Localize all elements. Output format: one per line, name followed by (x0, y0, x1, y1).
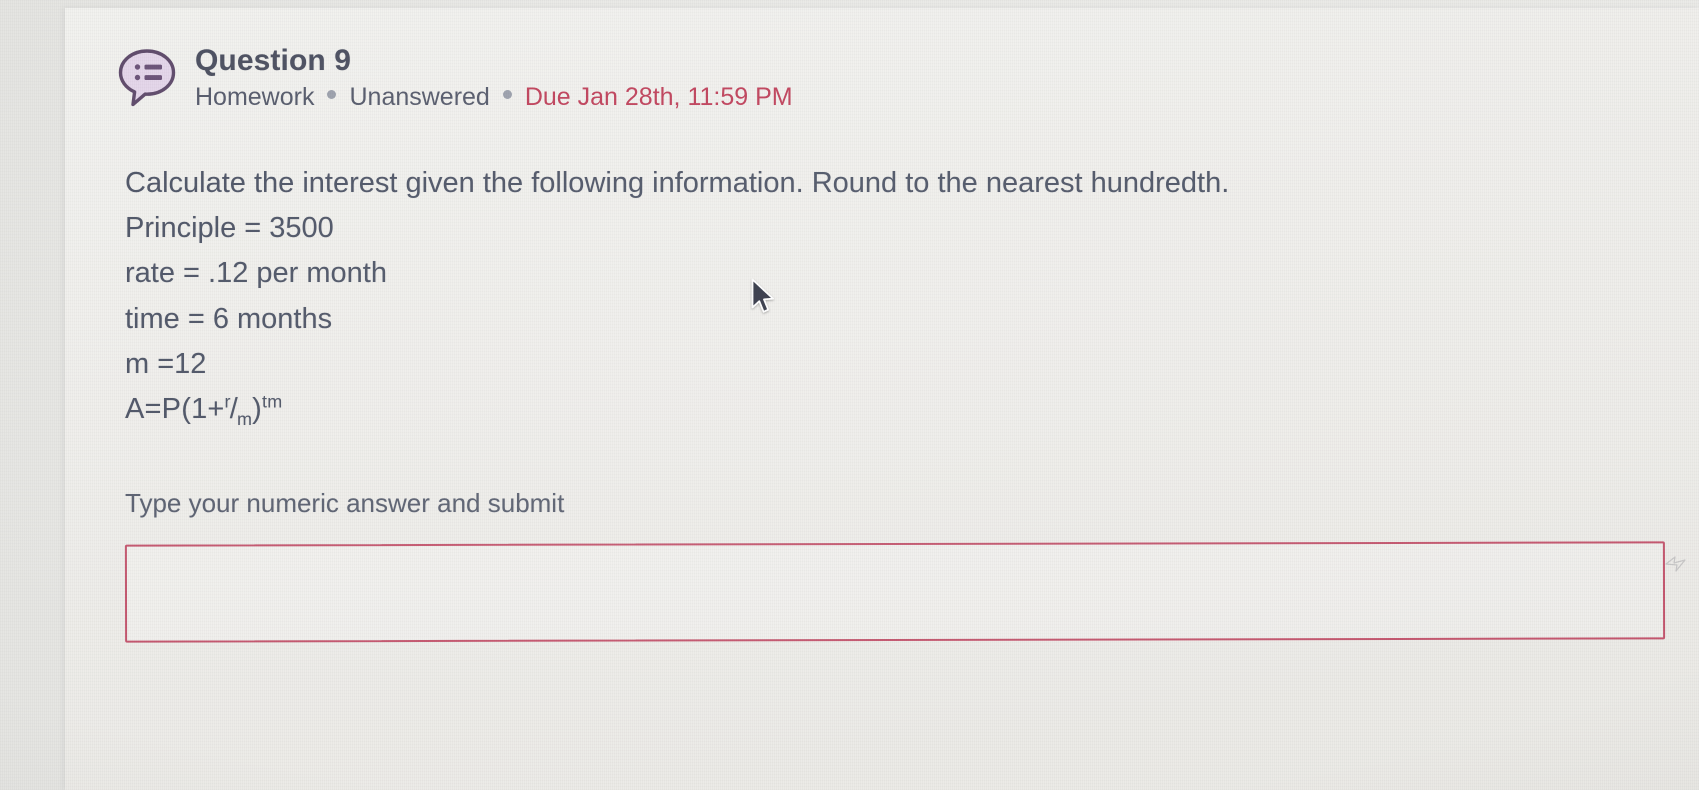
question-prompt: Calculate the interest given the followi… (125, 166, 1230, 199)
speech-bubble-list-icon (115, 46, 179, 110)
formula-exponent: tm (262, 391, 283, 412)
meta-due-date: Due Jan 28th, 11:59 PM (524, 82, 793, 111)
page-title: Question 9 (195, 44, 352, 77)
meta-separator-dot (327, 89, 337, 99)
question-meta: Homework Unanswered Due Jan 28th, 11:59 … (195, 82, 793, 113)
status-badge: Unanswered (349, 82, 490, 111)
meta-assignment-type: Homework (195, 82, 315, 111)
numeric-answer-input[interactable] (124, 541, 1666, 643)
formula-lead: A=P(1+ (125, 393, 225, 426)
given-principle: Principle = 3500 (125, 212, 334, 245)
formula-denominator: m (237, 408, 253, 429)
meta-separator-dot (502, 89, 512, 99)
given-rate: rate = .12 per month (125, 257, 387, 290)
question-card: Question 9 Homework Unanswered Due Jan 2… (65, 8, 1699, 790)
screen-smudge-artifact (1663, 553, 1689, 575)
answer-prompt-label: Type your numeric answer and submit (125, 488, 565, 519)
question-header: Question 9 Homework Unanswered Due Jan 2… (115, 42, 1639, 113)
given-m: m =12 (125, 347, 207, 380)
given-time: time = 6 months (125, 302, 333, 335)
formula-close-paren: ) (252, 393, 263, 426)
question-body: Calculate the interest given the followi… (125, 161, 1639, 432)
compound-interest-formula: A=P(1+r/m)tm (125, 387, 1639, 432)
